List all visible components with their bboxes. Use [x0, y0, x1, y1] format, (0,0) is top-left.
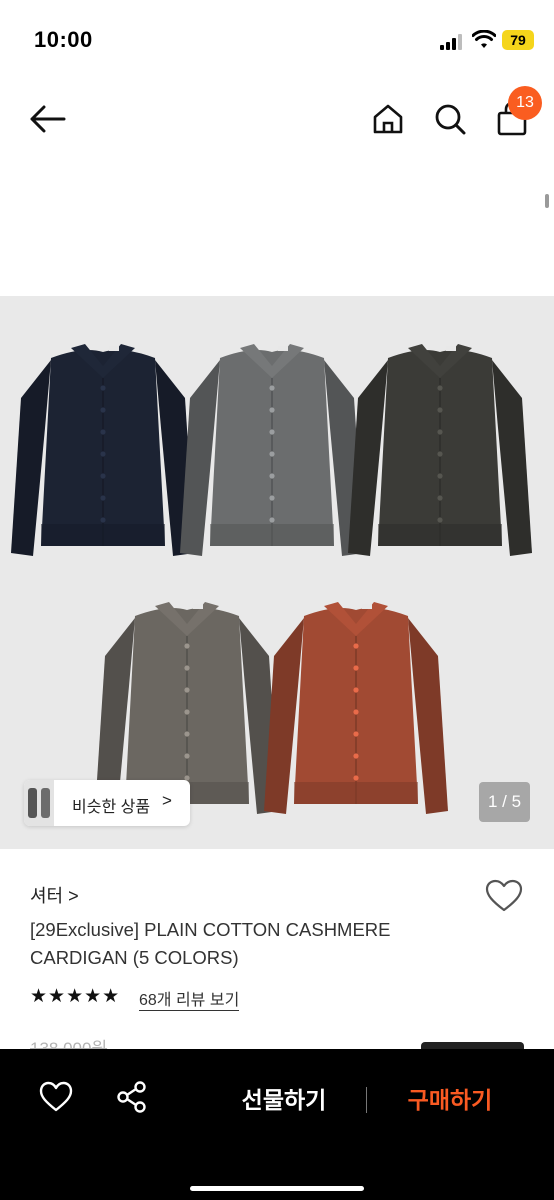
back-arrow-icon[interactable]	[24, 98, 72, 140]
product-image-gallery[interactable]	[0, 296, 554, 849]
category-link[interactable]: 셔터 >	[30, 882, 79, 908]
scroll-indicator	[545, 194, 549, 208]
cardigan-5	[264, 602, 448, 814]
divider	[366, 1087, 367, 1113]
heart-icon[interactable]	[38, 1079, 74, 1115]
chevron-right-icon: >	[162, 791, 172, 810]
cardigan-product-photo	[11, 344, 532, 814]
cardigan-1	[11, 344, 195, 556]
review-link[interactable]: 68개 리뷰 보기	[139, 986, 240, 1011]
cardigan-2	[180, 344, 364, 556]
similar-products-button[interactable]: 비슷한 상품 >	[24, 780, 190, 826]
cart-count-badge: 13	[508, 86, 542, 120]
image-page-indicator: 1 / 5	[479, 782, 530, 822]
home-icon[interactable]	[368, 98, 408, 140]
home-indicator	[190, 1186, 364, 1191]
gift-button[interactable]: 선물하기	[228, 1082, 340, 1118]
rating-stars: ★★★★★	[30, 986, 121, 1007]
buy-button[interactable]: 구매하기	[394, 1082, 506, 1118]
similar-product-thumbnail	[24, 780, 54, 826]
nav-bar	[0, 80, 554, 160]
wifi-icon	[472, 30, 496, 48]
battery-indicator: 79	[502, 30, 534, 50]
share-icon[interactable]	[114, 1079, 150, 1115]
bottom-action-bar: 선물하기 구매하기	[0, 1049, 554, 1200]
status-bar: 10:00 79	[0, 0, 554, 80]
search-icon[interactable]	[430, 98, 470, 140]
similar-products-label: 비슷한 상품	[72, 799, 151, 816]
heart-icon[interactable]	[484, 878, 524, 914]
product-title: [29Exclusive] PLAIN COTTON CASHMERE CARD…	[30, 919, 391, 968]
signal-icon	[440, 34, 464, 50]
cardigan-3	[348, 344, 532, 556]
status-time: 10:00	[34, 27, 93, 52]
